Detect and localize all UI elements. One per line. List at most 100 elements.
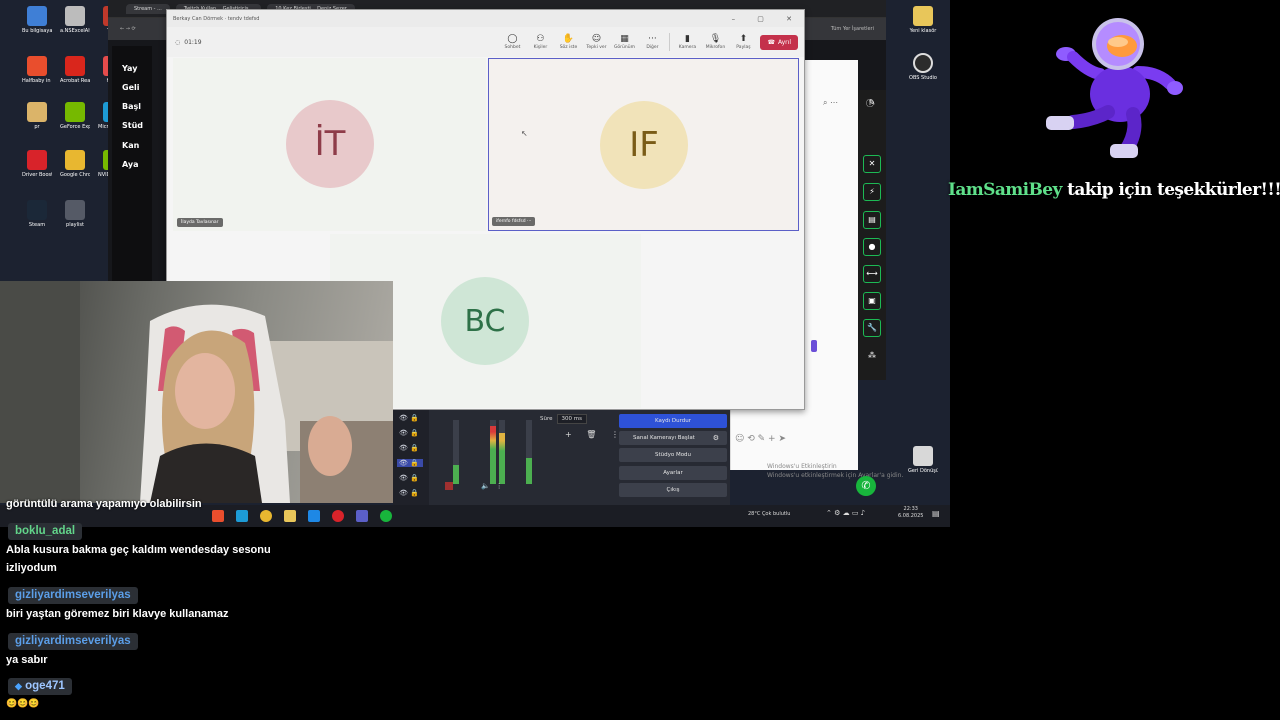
leave-call-button[interactable]: ☎ Ayrıl xyxy=(760,34,798,50)
desktop-icon[interactable]: Acrobat Reader DC xyxy=(60,56,90,84)
sidebar-item[interactable]: Kan xyxy=(122,141,139,150)
desktop-icon-folder[interactable]: Yeni klasör xyxy=(908,6,938,34)
bolt-icon[interactable]: ⚡ xyxy=(863,183,881,201)
eye-icon[interactable]: 👁 🔒 xyxy=(399,474,419,482)
transition-input[interactable]: 300 ms xyxy=(556,414,587,424)
app-icon xyxy=(27,102,47,122)
window-controls[interactable]: – ▢ ✕ xyxy=(732,15,804,23)
wrench-icon[interactable]: 🔧 xyxy=(863,319,881,337)
chat-message-text: biri yaştan göremez biri klavye kullanam… xyxy=(6,608,229,620)
desktop-icon[interactable]: Steam xyxy=(22,200,52,228)
more-button[interactable]: ··· Diğer xyxy=(641,34,663,50)
eye-icon[interactable]: 👁 🔒 xyxy=(399,414,419,422)
eye-icon[interactable]: 👁 🔒 xyxy=(399,489,419,497)
chat-button[interactable]: ◯ Sohbet xyxy=(501,34,523,50)
desktop-icon[interactable]: playlist xyxy=(60,200,90,228)
people-icon: ⚇ xyxy=(536,34,545,44)
desktop-icon-label: Bu bilgisayar xyxy=(22,28,52,34)
sidebar-item[interactable]: Stüd xyxy=(122,121,143,130)
desktop-icon[interactable]: Driver Booster 8 xyxy=(22,150,52,178)
eye-icon[interactable]: 👁 🔒 xyxy=(399,444,419,452)
folder-icon xyxy=(913,6,933,26)
desktop-icon-obs[interactable]: OBS Studio xyxy=(908,53,938,81)
weather-text: 28°C Çok bulutlu xyxy=(748,511,791,517)
virtual-camera-button[interactable]: Sanal Kamerayı Başlat ⚙ xyxy=(619,431,727,445)
chat-bubble-icon[interactable]: ● xyxy=(863,238,881,256)
phone-icon: ☎ xyxy=(767,38,775,46)
camera-icon: ▮ xyxy=(684,34,690,44)
stop-recording-button[interactable]: Kaydı Durdur xyxy=(619,414,727,428)
mic-icon: 🎙 xyxy=(709,34,722,44)
gear-icon[interactable]: ⚙ xyxy=(713,434,719,442)
desktop-icon-recycle-bin[interactable]: Geri Dönüşüm... xyxy=(908,446,938,474)
layout-button[interactable]: ▦ Görünüm xyxy=(613,34,635,50)
exit-button[interactable]: Çıkış xyxy=(619,483,727,497)
desktop-icon-label: playlist xyxy=(66,222,84,228)
participant-tile-active[interactable]: IF ifernfo fdsfsd ··· ↖ xyxy=(488,58,799,231)
close-icon[interactable]: ✕ xyxy=(863,155,881,173)
weather-widget[interactable]: 28°C Çok bulutlu xyxy=(748,511,790,517)
link-icon[interactable]: ⟷ xyxy=(863,265,881,283)
sidebar-item[interactable]: Yay xyxy=(122,64,137,73)
camera-button[interactable]: ▮ Kamera xyxy=(676,34,698,50)
apps-icon[interactable]: ⁂ xyxy=(863,347,881,365)
bookmarks-label[interactable]: Tüm Yer İşaretleri xyxy=(831,26,874,32)
people-button[interactable]: ⚇ Kişiler xyxy=(529,34,551,50)
studio-mode-button[interactable]: Stüdyo Modu xyxy=(619,448,727,462)
browser-tab[interactable]: Stream - ... xyxy=(126,3,170,14)
mic-button[interactable]: 🎙 Mikrofon xyxy=(704,34,726,50)
follower-name: IamSamiBey xyxy=(948,180,1062,200)
participant-nametag: ifernfo fdsfsd ··· xyxy=(492,217,536,226)
raise-hand-button[interactable]: ✋ Söz iste xyxy=(557,34,579,50)
sidebar-item[interactable]: Geli xyxy=(122,83,139,92)
desktop-icon[interactable]: GeForce Experience xyxy=(60,102,90,130)
doc-icon[interactable]: ▤ xyxy=(863,211,881,229)
app-icon xyxy=(65,56,85,76)
info-icon[interactable]: ⓘ xyxy=(866,98,874,109)
participant-initials: IF xyxy=(629,125,659,165)
desktop-icon[interactable]: pr xyxy=(22,102,52,130)
window-icon[interactable]: ▣ xyxy=(863,292,881,310)
desktop-icon[interactable]: Bu bilgisayar xyxy=(22,6,52,34)
share-button[interactable]: ⬆ Paylaş xyxy=(732,34,754,50)
chat-username: ◆ oge471 xyxy=(8,678,72,695)
eye-icon[interactable]: 👁 🔒 xyxy=(397,459,423,467)
participant-tile[interactable]: İT İlayda Tavlasınar xyxy=(173,58,486,231)
compose-icons[interactable]: ☺ ⟲ ✎ + ➤ xyxy=(735,434,786,444)
search-icon[interactable]: ⌕ ⋯ xyxy=(823,98,838,108)
back-arrow-icon[interactable]: ← → ⟳ xyxy=(120,26,136,32)
app-icon xyxy=(65,150,85,170)
desktop-icon[interactable]: Google Chrome xyxy=(60,150,90,178)
layout-icon: ▦ xyxy=(620,34,629,44)
desktop-icon-label: pr xyxy=(34,124,40,130)
eye-icon[interactable]: 👁 🔒 xyxy=(399,429,419,437)
participant-avatar: BC xyxy=(441,277,529,365)
teams-call-toolbar: ◌ 01:19 ◯ Sohbet ⚇ Kişiler ✋ Söz iste ☺ Tepki v… xyxy=(167,27,804,57)
chat-message-text: Abla kusura bakma geç kaldım wendesday s… xyxy=(6,544,271,556)
desktop-icon[interactable]: a.NSExcelAlt... xyxy=(60,6,90,34)
tray-icons[interactable]: ⌃ ⚙ ☁ ▭ ♪ xyxy=(826,509,865,517)
tool-label: Söz iste xyxy=(559,45,578,50)
follow-alert-text: IamSamiBey takip için teşekkürler!!! xyxy=(948,180,1280,200)
settings-button[interactable]: Ayarlar xyxy=(619,466,727,480)
sidebar-item[interactable]: Aya xyxy=(122,160,139,169)
browser-sidebar: Yay Geli Başl Stüd Kan Aya xyxy=(112,46,152,286)
reaction-icon: ☺ xyxy=(591,34,602,44)
whatsapp-floating-icon[interactable]: ✆ xyxy=(856,476,876,496)
chat-message-text: ya sabır xyxy=(6,654,48,666)
transition-buttons[interactable]: + 🗑 ⋮ xyxy=(565,430,625,439)
astronaut-alert-icon xyxy=(1046,18,1183,158)
desktop-icon[interactable]: Halfbaby in Yellow xyxy=(22,56,52,84)
reaction-button[interactable]: ☺ Tepki ver xyxy=(585,34,607,50)
tool-label: Mikrofon xyxy=(705,45,726,50)
speaker-icon[interactable]: 🔈⋮ xyxy=(481,482,509,490)
windows-activation-watermark: Windows'u Etkinleştirin Windows'u etkinl… xyxy=(767,462,903,480)
notification-icon[interactable]: ▤ xyxy=(932,509,940,518)
participant-avatar: IF xyxy=(600,101,688,189)
participant-initials: İT xyxy=(314,124,346,164)
desktop-icon-label: Halfbaby in Yellow xyxy=(22,78,52,84)
chat-message-text: görüntülü arama yapamıyo olabilirsin xyxy=(6,498,202,510)
sidebar-item[interactable]: Başl xyxy=(122,102,141,111)
chat-message-text: 😊😊😊 xyxy=(6,698,40,708)
clock[interactable]: 22:33 6.08.2025 xyxy=(898,506,923,520)
